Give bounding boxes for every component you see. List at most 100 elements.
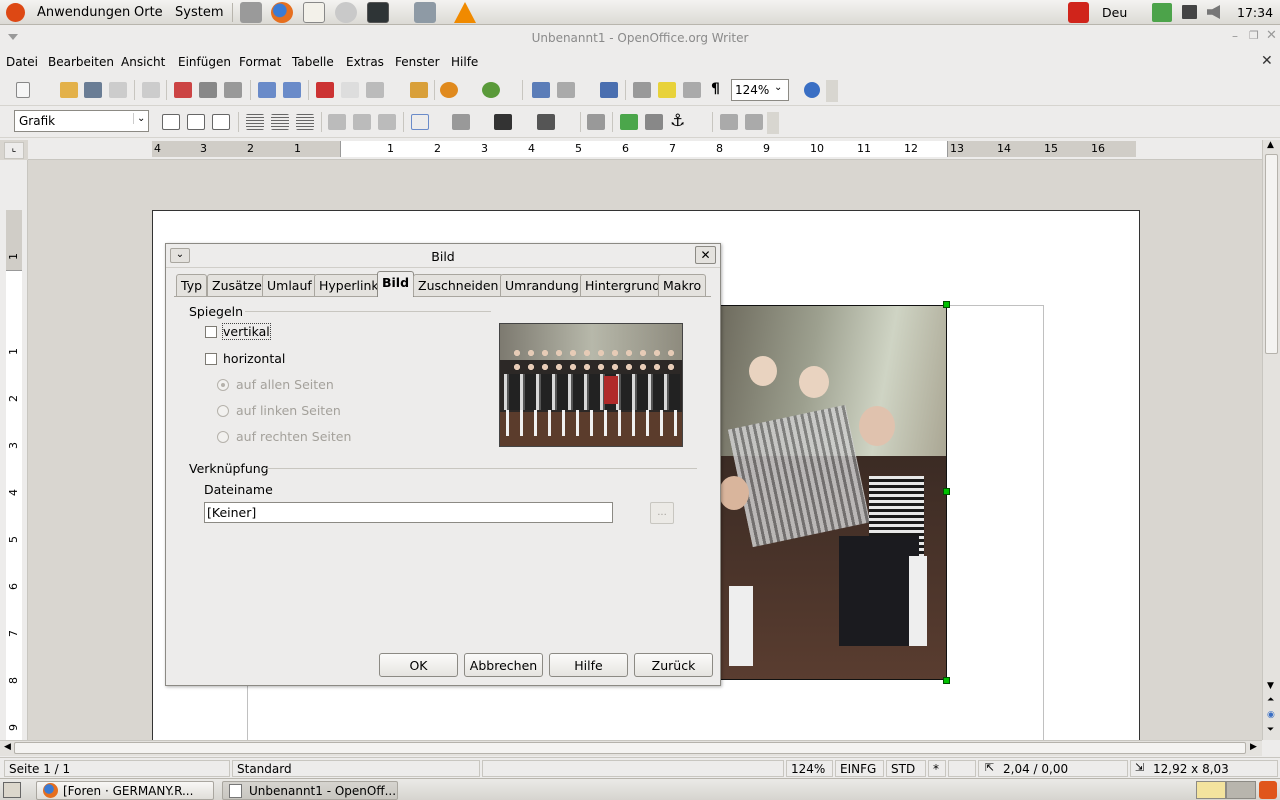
export-pdf-icon[interactable] [174, 82, 192, 98]
previous-page-icon[interactable]: ⏶ [1267, 695, 1274, 705]
menu-ansicht[interactable]: Ansicht [121, 55, 165, 69]
find-replace-icon[interactable] [633, 82, 651, 98]
scroll-right-icon[interactable]: ▶ [1250, 742, 1257, 752]
formatting-marks-icon[interactable]: ¶ [711, 81, 720, 97]
table-icon[interactable] [557, 82, 575, 98]
horizontal-ruler[interactable]: 4 3 2 1 1 2 3 4 5 6 7 8 9 10 11 12 13 14 15 16 [28, 140, 1262, 160]
dialog-close-button[interactable]: ✕ [695, 246, 716, 264]
terminal-icon[interactable] [367, 2, 389, 23]
maximize-icon[interactable]: ❐ [1249, 29, 1259, 42]
open-icon[interactable] [60, 82, 78, 98]
menu-fenster[interactable]: Fenster [395, 55, 440, 69]
selection-mode[interactable]: STD [886, 760, 926, 777]
task-browser[interactable]: [Foren · GERMANY.R... [36, 781, 214, 800]
new-document-icon[interactable] [16, 82, 30, 98]
dialog-title-bar[interactable]: ⌄ Bild ✕ [166, 244, 720, 268]
workspace-1[interactable] [1196, 781, 1226, 799]
menu-tabelle[interactable]: Tabelle [292, 55, 334, 69]
spellcheck-icon[interactable] [258, 82, 276, 98]
wrap-through-icon[interactable] [212, 114, 230, 130]
volume-icon[interactable] [1207, 5, 1220, 19]
wrap-on-icon[interactable] [187, 114, 205, 130]
mirror-horizontal-checkbox[interactable] [205, 353, 217, 365]
tab-umrandung[interactable]: Umrandung [500, 274, 584, 296]
right-pages-radio[interactable] [217, 431, 229, 443]
battery-icon[interactable] [1152, 3, 1172, 22]
keyboard-layout-indicator[interactable]: Deu [1102, 5, 1127, 20]
minimize-icon[interactable]: – [1232, 29, 1238, 43]
selection-handle[interactable] [943, 301, 950, 308]
vertical-scrollbar[interactable]: ▲ ▼ ⏶ ◉ ⏷ [1262, 140, 1280, 740]
border-color-icon[interactable] [494, 114, 512, 130]
align-left-icon[interactable] [246, 114, 264, 130]
page-style[interactable]: Standard [232, 760, 480, 777]
task-writer[interactable]: Unbenannt1 - OpenOff... [222, 781, 398, 800]
line-style-icon[interactable] [452, 114, 470, 130]
bring-to-front-icon[interactable] [620, 114, 638, 130]
tab-typ[interactable]: Typ [176, 274, 208, 296]
menu-bearbeiten[interactable]: Bearbeiten [48, 55, 114, 69]
align-right-icon[interactable] [296, 114, 314, 130]
ok-button[interactable]: OK [379, 653, 458, 677]
chevron-down-icon[interactable]: ⌄ [133, 113, 145, 124]
text-editor-icon[interactable] [303, 2, 325, 23]
menu-datei[interactable]: Datei [6, 55, 38, 69]
selection-handle[interactable] [943, 677, 950, 684]
places-menu[interactable]: Orte [134, 5, 163, 20]
tab-umlauf[interactable]: Umlauf [262, 274, 317, 296]
network-icon[interactable] [414, 2, 436, 23]
tab-zuschneiden[interactable]: Zuschneiden [413, 274, 504, 296]
right-pages-label[interactable]: auf rechten Seiten [236, 429, 351, 444]
edit-mode-icon[interactable] [142, 82, 160, 98]
firefox-icon[interactable] [271, 2, 293, 23]
selection-handle[interactable] [943, 488, 950, 495]
format-paintbrush-icon[interactable] [410, 82, 428, 98]
zoom-indicator[interactable]: 124% [786, 760, 833, 777]
signature-field[interactable] [948, 760, 976, 777]
autospellcheck-icon[interactable] [283, 82, 301, 98]
navigation-icon[interactable]: ◉ [1267, 710, 1275, 720]
mirror-vertical-label[interactable]: vertikal [222, 323, 271, 340]
horizontal-scrollbar[interactable]: ◀ ▶ [0, 740, 1262, 756]
redo-icon[interactable] [482, 82, 500, 98]
print-preview-icon[interactable] [224, 82, 242, 98]
gallery-icon[interactable] [683, 82, 701, 98]
scroll-down-icon[interactable]: ▼ [1267, 681, 1274, 691]
align-top-icon[interactable] [328, 114, 346, 130]
tab-hintergrund[interactable]: Hintergrund [580, 274, 666, 296]
menu-einfuegen[interactable]: Einfügen [178, 55, 231, 69]
settings-icon[interactable] [240, 2, 262, 23]
show-desktop-icon[interactable] [3, 782, 21, 798]
align-bottom-icon[interactable] [378, 114, 396, 130]
copy-icon[interactable] [341, 82, 359, 98]
help-icon[interactable] [804, 82, 820, 98]
chevron-down-icon[interactable]: ⌄ [774, 82, 782, 93]
undo-icon[interactable] [440, 82, 458, 98]
tab-stop-selector[interactable]: ⌞ [4, 142, 24, 159]
style-combobox[interactable]: Grafik ⌄ [14, 110, 149, 132]
print-icon[interactable] [199, 82, 217, 98]
filename-input[interactable]: [Keiner] [204, 502, 613, 523]
menu-hilfe[interactable]: Hilfe [451, 55, 478, 69]
close-window-icon[interactable]: ✕ [1266, 28, 1277, 43]
scroll-up-icon[interactable]: ▲ [1267, 140, 1274, 150]
background-color-icon[interactable] [537, 114, 555, 130]
next-page-icon[interactable]: ⏷ [1267, 725, 1274, 735]
left-pages-label[interactable]: auf linken Seiten [236, 403, 341, 418]
help-icon[interactable] [335, 2, 357, 23]
mirror-vertical-checkbox[interactable] [205, 326, 217, 338]
page-indicator[interactable]: Seite 1 / 1 [4, 760, 230, 777]
close-document-icon[interactable]: ✕ [1261, 53, 1273, 69]
link-frames-icon[interactable] [720, 114, 738, 130]
inserted-image[interactable] [718, 305, 947, 680]
help-button[interactable]: Hilfe [549, 653, 628, 677]
browse-button[interactable]: ... [650, 502, 674, 524]
scroll-thumb[interactable] [14, 742, 1246, 754]
draw-functions-icon[interactable] [600, 82, 618, 98]
clock[interactable]: 17:34 [1237, 5, 1273, 20]
align-middle-icon[interactable] [353, 114, 371, 130]
document-modified[interactable]: * [928, 760, 946, 777]
menu-format[interactable]: Format [239, 55, 281, 69]
email-icon[interactable] [109, 82, 127, 98]
insert-mode[interactable]: EINFG [835, 760, 884, 777]
